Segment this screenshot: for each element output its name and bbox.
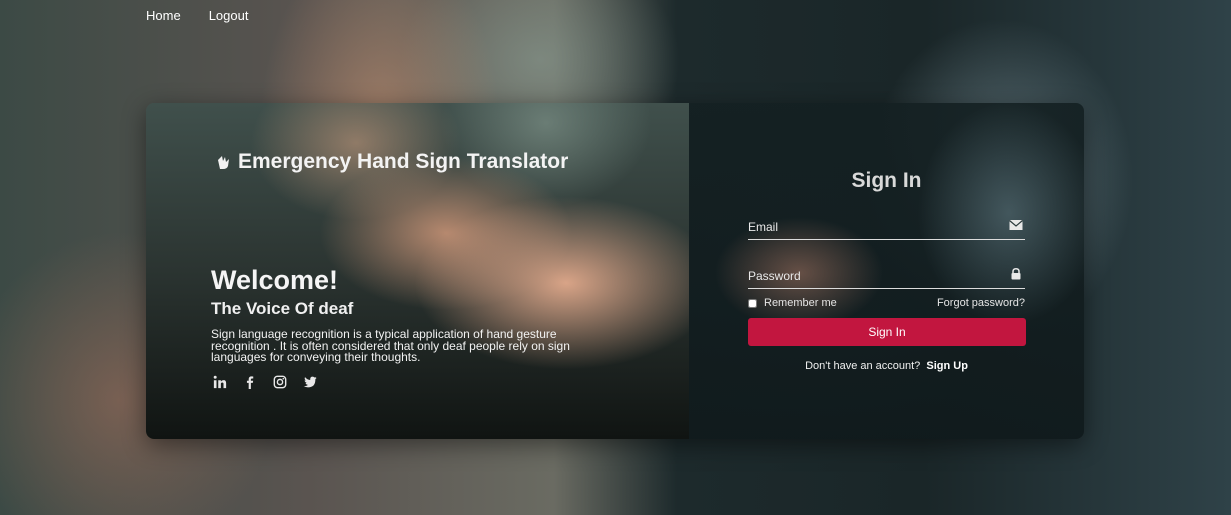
signin-title: Sign In — [851, 169, 922, 192]
tagline: The Voice Of deaf — [211, 299, 354, 318]
remember-me-label: Remember me — [764, 297, 837, 309]
sign-in-button[interactable]: Sign In — [748, 318, 1026, 346]
email-field-wrapper — [748, 214, 1025, 240]
hero-panel: Emergency Hand Sign Translator Welcome! … — [146, 103, 689, 439]
description: Sign language recognition is a typical a… — [211, 327, 570, 364]
password-field-wrapper — [748, 263, 1025, 289]
nav-home-link[interactable]: Home — [146, 8, 181, 23]
email-field[interactable] — [748, 214, 1025, 239]
remember-me: Remember me — [748, 297, 837, 309]
nav-logout-link[interactable]: Logout — [209, 8, 249, 23]
envelope-icon — [1009, 220, 1023, 230]
brand: Emergency Hand Sign Translator — [216, 150, 568, 174]
signup-prompt: Don't have an account? Sign Up — [689, 360, 1084, 372]
twitter-icon[interactable] — [302, 374, 318, 390]
remember-me-checkbox[interactable] — [748, 298, 757, 308]
social-links — [212, 374, 318, 390]
brand-title: Emergency Hand Sign Translator — [238, 150, 569, 173]
no-account-text: Don't have an account? — [805, 360, 921, 372]
facebook-icon[interactable] — [242, 374, 258, 390]
password-field[interactable] — [748, 263, 1025, 288]
forgot-password-link[interactable]: Forgot password? — [937, 297, 1025, 309]
welcome-heading: Welcome! — [211, 265, 339, 295]
signin-panel: Sign In Remember me Forgot password? Sig… — [689, 103, 1084, 439]
instagram-icon[interactable] — [272, 374, 288, 390]
top-nav: Home Logout — [146, 8, 248, 23]
hand-icon — [218, 156, 229, 169]
login-card: Emergency Hand Sign Translator Welcome! … — [146, 103, 1084, 439]
sign-up-link[interactable]: Sign Up — [926, 360, 968, 372]
linkedin-icon[interactable] — [212, 374, 228, 390]
lock-icon — [1011, 268, 1021, 280]
